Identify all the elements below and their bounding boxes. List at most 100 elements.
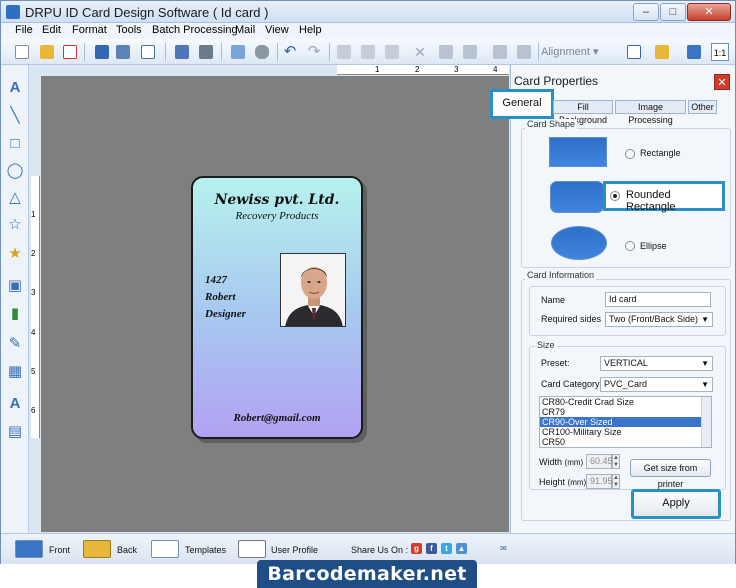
symbol-tool-icon[interactable]: ★ bbox=[6, 245, 24, 263]
barcode-tool-icon[interactable]: ▦ bbox=[6, 363, 24, 381]
maximize-button[interactable]: □ bbox=[660, 3, 686, 21]
menu-batch-processing[interactable]: Batch Processing bbox=[152, 24, 238, 36]
unlock-icon[interactable] bbox=[515, 43, 533, 61]
menu-mail[interactable]: Mail bbox=[235, 24, 255, 36]
menu-help[interactable]: Help bbox=[299, 24, 322, 36]
apply-button[interactable]: Apply bbox=[631, 489, 721, 519]
print-preview-icon[interactable] bbox=[173, 43, 191, 61]
close-file-icon[interactable] bbox=[61, 43, 79, 61]
panel-close-icon[interactable]: ✕ bbox=[714, 74, 730, 90]
text-tool-icon[interactable]: A bbox=[6, 79, 24, 97]
card-email[interactable]: Robert@gmail.com bbox=[193, 412, 361, 424]
id-card-preview[interactable]: Newiss pvt. Ltd. Recovery Products 1427 … bbox=[191, 176, 363, 439]
background-tool-icon[interactable]: ▤ bbox=[6, 423, 24, 441]
save-icon[interactable] bbox=[93, 43, 111, 61]
email-share-icon[interactable]: ✉ bbox=[498, 543, 509, 554]
height-input[interactable]: 91.95 bbox=[586, 474, 613, 489]
export-icon[interactable] bbox=[139, 43, 157, 61]
templates-button[interactable]: Templates bbox=[151, 540, 231, 562]
back-button[interactable]: Back bbox=[83, 540, 139, 562]
image-icon[interactable] bbox=[229, 43, 247, 61]
delete-icon[interactable]: ✕ bbox=[411, 43, 429, 61]
menu-view[interactable]: View bbox=[265, 24, 289, 36]
undo-icon[interactable]: ↶ bbox=[281, 43, 299, 61]
menu-format[interactable]: Format bbox=[72, 24, 107, 36]
width-spinner[interactable]: ▲ ▼ bbox=[612, 454, 620, 469]
image-tool-icon[interactable]: ▣ bbox=[6, 277, 24, 295]
list-item[interactable]: CR80-Credit Crad Size bbox=[540, 397, 711, 407]
list-item[interactable]: CR79 bbox=[540, 407, 711, 417]
redo-icon[interactable]: ↷ bbox=[305, 43, 323, 61]
tab-image-processing[interactable]: Image Processing bbox=[615, 100, 686, 125]
card-id-number[interactable]: 1427 bbox=[205, 274, 227, 286]
list-item[interactable]: CR100-Military Size bbox=[540, 427, 711, 437]
tab-other[interactable]: Other bbox=[688, 100, 717, 114]
get-size-from-printer-button[interactable]: Get size from printer bbox=[630, 459, 711, 489]
height-spinner[interactable]: ▲ ▼ bbox=[612, 474, 620, 489]
rectangle-radio[interactable] bbox=[625, 149, 635, 159]
grid-icon[interactable] bbox=[625, 43, 643, 61]
card-person-name[interactable]: Robert bbox=[205, 291, 236, 303]
print-icon[interactable] bbox=[197, 43, 215, 61]
actual-size-icon[interactable]: 1:1 bbox=[711, 43, 729, 61]
user-profile-button[interactable]: User Profile bbox=[238, 540, 328, 562]
mail-icon[interactable] bbox=[653, 43, 671, 61]
share-icon[interactable]: ▲ bbox=[456, 543, 467, 554]
tab-general[interactable]: General bbox=[490, 89, 554, 119]
ellipse-shape-preview[interactable] bbox=[551, 226, 607, 260]
menu-file[interactable]: File bbox=[15, 24, 33, 36]
ruler-tick: 1 bbox=[375, 65, 380, 74]
signature-tool-icon[interactable]: ✎ bbox=[6, 335, 24, 353]
library-tool-icon[interactable]: ▮ bbox=[6, 305, 24, 323]
fit-to-window-icon[interactable] bbox=[685, 43, 703, 61]
ellipse-radio[interactable] bbox=[625, 241, 635, 251]
rectangle-label: Rectangle bbox=[640, 148, 681, 158]
bring-front-icon[interactable] bbox=[437, 43, 455, 61]
card-designation[interactable]: Designer bbox=[205, 308, 246, 320]
star-tool-icon[interactable]: ☆ bbox=[6, 216, 24, 234]
menu-edit[interactable]: Edit bbox=[42, 24, 61, 36]
database-icon[interactable] bbox=[253, 43, 271, 61]
card-category-select[interactable]: PVC_Card ▼ bbox=[600, 377, 713, 392]
list-item-selected[interactable]: CR90-Over Sized bbox=[540, 417, 711, 427]
ellipse-label: Ellipse bbox=[640, 241, 667, 251]
lock-icon[interactable] bbox=[491, 43, 509, 61]
front-card-icon bbox=[15, 540, 43, 558]
card-photo[interactable] bbox=[280, 253, 346, 327]
cut-icon[interactable] bbox=[335, 43, 353, 61]
menu-tools[interactable]: Tools bbox=[116, 24, 142, 36]
open-icon[interactable] bbox=[38, 43, 56, 61]
copy-icon[interactable] bbox=[359, 43, 377, 61]
rectangle-tool-icon[interactable]: □ bbox=[6, 135, 24, 153]
required-sides-select[interactable]: Two (Front/Back Side) ▼ bbox=[605, 312, 713, 327]
ruler-tick: 3 bbox=[31, 288, 36, 297]
rectangle-shape-preview[interactable] bbox=[549, 137, 607, 167]
preset-select[interactable]: VERTICAL ▼ bbox=[600, 356, 713, 371]
google-plus-icon[interactable]: g bbox=[411, 543, 422, 554]
card-company-name[interactable]: Newiss pvt. Ltd. bbox=[193, 192, 361, 208]
card-name-input[interactable]: Id card bbox=[605, 292, 711, 307]
ellipse-tool-icon[interactable]: ◯ bbox=[6, 162, 24, 180]
twitter-icon[interactable]: t bbox=[441, 543, 452, 554]
card-subtitle[interactable]: Recovery Products bbox=[193, 210, 361, 222]
card-size-list[interactable]: CR80-Credit Crad Size CR79 CR90-Over Siz… bbox=[539, 396, 712, 448]
new-icon[interactable] bbox=[13, 43, 31, 61]
triangle-tool-icon[interactable]: △ bbox=[6, 189, 24, 207]
width-input[interactable]: 60.45 bbox=[586, 454, 613, 469]
minimize-button[interactable]: – bbox=[633, 3, 659, 21]
watermark-tool-icon[interactable]: A bbox=[6, 395, 24, 413]
rounded-rectangle-radio[interactable] bbox=[610, 191, 620, 201]
close-button[interactable]: ✕ bbox=[687, 3, 731, 21]
line-tool-icon[interactable]: ╲ bbox=[6, 107, 24, 125]
send-back-icon[interactable] bbox=[461, 43, 479, 61]
alignment-dropdown[interactable]: Alignment ▾ bbox=[541, 45, 599, 58]
list-item[interactable]: CR50 bbox=[540, 437, 711, 447]
front-button[interactable]: Front bbox=[15, 540, 75, 562]
rounded-rectangle-shape-preview[interactable] bbox=[550, 181, 604, 213]
save-as-icon[interactable] bbox=[114, 43, 132, 61]
rounded-rectangle-option[interactable]: Rounded Rectangle bbox=[603, 181, 725, 213]
tab-fill-background[interactable]: Fill Background bbox=[553, 100, 613, 125]
list-scrollbar[interactable] bbox=[701, 397, 711, 447]
paste-icon[interactable] bbox=[383, 43, 401, 61]
facebook-icon[interactable]: f bbox=[426, 543, 437, 554]
